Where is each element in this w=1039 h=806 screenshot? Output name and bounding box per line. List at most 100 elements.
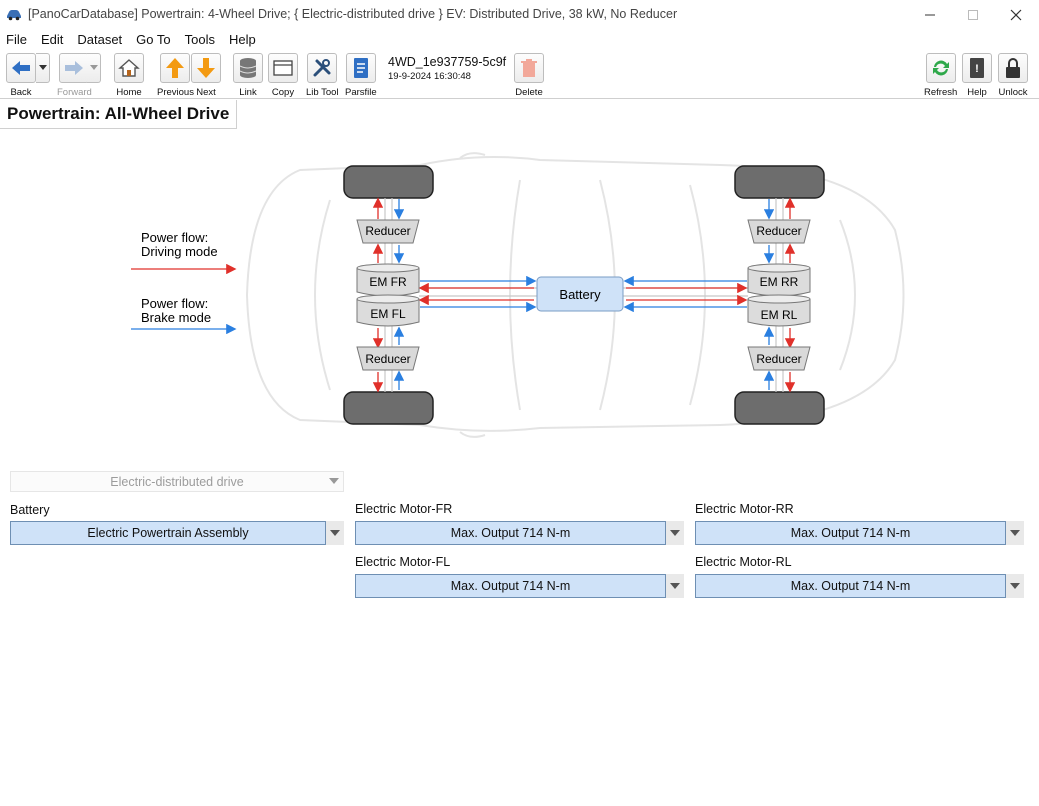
- legend-brake-line2: Brake mode: [141, 310, 211, 325]
- battery-select-value: Electric Powertrain Assembly: [10, 521, 326, 545]
- previous-label: Previous: [157, 87, 194, 98]
- tire-front-right: [343, 165, 434, 199]
- delete-button[interactable]: Delete: [514, 53, 544, 98]
- reducer-label: Reducer: [756, 224, 801, 238]
- back-history-dropdown[interactable]: [36, 53, 50, 83]
- em-rl-select[interactable]: Max. Output 714 N-m: [695, 574, 1024, 598]
- next-label: Next: [196, 87, 216, 98]
- legend-brake-line1: Power flow:: [141, 296, 208, 311]
- copy-icon: [268, 53, 298, 83]
- minimize-icon: [925, 14, 935, 15]
- menu-dataset[interactable]: Dataset: [77, 32, 122, 47]
- lock-icon: [998, 53, 1028, 83]
- em-fl-field-label: Electric Motor-FL: [355, 555, 451, 569]
- close-button[interactable]: [993, 0, 1039, 29]
- copy-label: Copy: [271, 87, 295, 98]
- em-fl-label: EM FL: [370, 307, 406, 321]
- back-label: Back: [10, 87, 32, 98]
- parsfile-button[interactable]: Parsfile: [345, 53, 377, 98]
- battery-field-label: Battery: [10, 503, 50, 517]
- menu-tools[interactable]: Tools: [185, 32, 215, 47]
- tire-front-left: [343, 391, 434, 425]
- previous-button[interactable]: Previous: [157, 53, 194, 98]
- chevron-down-icon: [1006, 521, 1024, 545]
- copy-button[interactable]: Copy: [268, 53, 298, 98]
- help-label: Help: [967, 87, 987, 98]
- drive-type-value: Electric-distributed drive: [110, 474, 244, 489]
- battery-label: Battery: [559, 287, 601, 302]
- chevron-down-icon: [666, 521, 684, 545]
- menu-bar: File Edit Dataset Go To Tools Help: [0, 29, 1039, 50]
- em-rr-select-value: Max. Output 714 N-m: [695, 521, 1006, 545]
- help-book-icon: !: [962, 53, 992, 83]
- parsfile-label: Parsfile: [345, 87, 377, 98]
- maximize-icon: [968, 9, 978, 20]
- legend-driving-line2: Driving mode: [141, 244, 218, 259]
- menu-goto[interactable]: Go To: [136, 32, 170, 47]
- reducer-label: Reducer: [365, 224, 410, 238]
- powertrain-diagram: Power flow: Driving mode Power flow: Bra…: [131, 152, 905, 438]
- legend-driving-line1: Power flow:: [141, 230, 208, 245]
- reducer-label: Reducer: [365, 352, 410, 366]
- lib-tool-label: Lib Tool: [306, 87, 339, 98]
- arrow-down-icon: [191, 53, 221, 83]
- svg-text:!: !: [975, 63, 979, 75]
- em-fr-label: EM FR: [369, 275, 407, 289]
- close-icon: [1010, 9, 1022, 20]
- lib-tool-button[interactable]: Lib Tool: [306, 53, 339, 98]
- reducer-label: Reducer: [756, 352, 801, 366]
- trash-icon: [514, 53, 544, 83]
- reducer-front-left: Reducer: [356, 346, 420, 371]
- unlock-button[interactable]: Unlock: [998, 53, 1028, 98]
- motor-em-fl: EM FL: [356, 294, 420, 327]
- link-label: Link: [239, 87, 257, 98]
- back-button[interactable]: Back: [6, 53, 36, 98]
- chevron-down-icon: [666, 574, 684, 598]
- menu-edit[interactable]: Edit: [41, 32, 63, 47]
- forward-label: Forward: [57, 87, 92, 98]
- tab-powertrain[interactable]: Powertrain: All-Wheel Drive: [0, 100, 238, 129]
- menu-file[interactable]: File: [6, 32, 27, 47]
- motor-em-rr: EM RR: [747, 263, 811, 297]
- arrow-up-icon: [160, 53, 191, 83]
- motor-em-rl: EM RL: [747, 294, 811, 327]
- help-button[interactable]: ! Help: [962, 53, 992, 98]
- link-button[interactable]: Link: [233, 53, 263, 98]
- em-fr-select[interactable]: Max. Output 714 N-m: [355, 521, 684, 545]
- battery-block: Battery: [536, 276, 624, 312]
- em-fr-select-value: Max. Output 714 N-m: [355, 521, 666, 545]
- delete-label: Delete: [515, 87, 543, 98]
- forward-history-dropdown[interactable]: [87, 53, 101, 83]
- em-rl-select-value: Max. Output 714 N-m: [695, 574, 1006, 598]
- reducer-rear-left: Reducer: [747, 346, 811, 371]
- next-button[interactable]: Next: [191, 53, 221, 98]
- refresh-label: Refresh: [924, 87, 958, 98]
- tire-rear-right: [734, 165, 825, 199]
- window-title: [PanoCarDatabase] Powertrain: 4-Wheel Dr…: [28, 7, 678, 21]
- em-fl-select[interactable]: Max. Output 714 N-m: [355, 574, 684, 598]
- chevron-down-icon: [38, 65, 47, 70]
- document-icon: [345, 53, 376, 83]
- record-timestamp: 19-9-2024 16:30:48: [388, 71, 471, 82]
- motor-em-fr: EM FR: [356, 263, 420, 297]
- app-car-icon: [7, 10, 21, 21]
- forward-arrow-icon: [59, 53, 90, 83]
- tools-icon: [307, 53, 338, 83]
- drive-type-select[interactable]: Electric-distributed drive: [10, 471, 344, 492]
- toolbar: Back Forward Home Previous Next Link Cop…: [0, 50, 1039, 99]
- home-icon: [114, 53, 144, 83]
- em-rl-label: EM RL: [761, 308, 798, 322]
- em-rr-select[interactable]: Max. Output 714 N-m: [695, 521, 1024, 545]
- maximize-button[interactable]: [950, 0, 996, 29]
- em-fl-select-value: Max. Output 714 N-m: [355, 574, 666, 598]
- menu-help[interactable]: Help: [229, 32, 256, 47]
- chevron-down-icon: [1006, 574, 1024, 598]
- battery-select[interactable]: Electric Powertrain Assembly: [10, 521, 344, 545]
- record-id: 4WD_1e937759-5c9f: [388, 55, 507, 69]
- home-button[interactable]: Home: [114, 53, 144, 98]
- minimize-button[interactable]: [907, 0, 953, 29]
- tab-title: Powertrain: All-Wheel Drive: [7, 104, 230, 123]
- reducer-front-right: Reducer: [356, 219, 420, 244]
- chevron-down-icon: [326, 521, 344, 545]
- refresh-button[interactable]: Refresh: [924, 53, 957, 98]
